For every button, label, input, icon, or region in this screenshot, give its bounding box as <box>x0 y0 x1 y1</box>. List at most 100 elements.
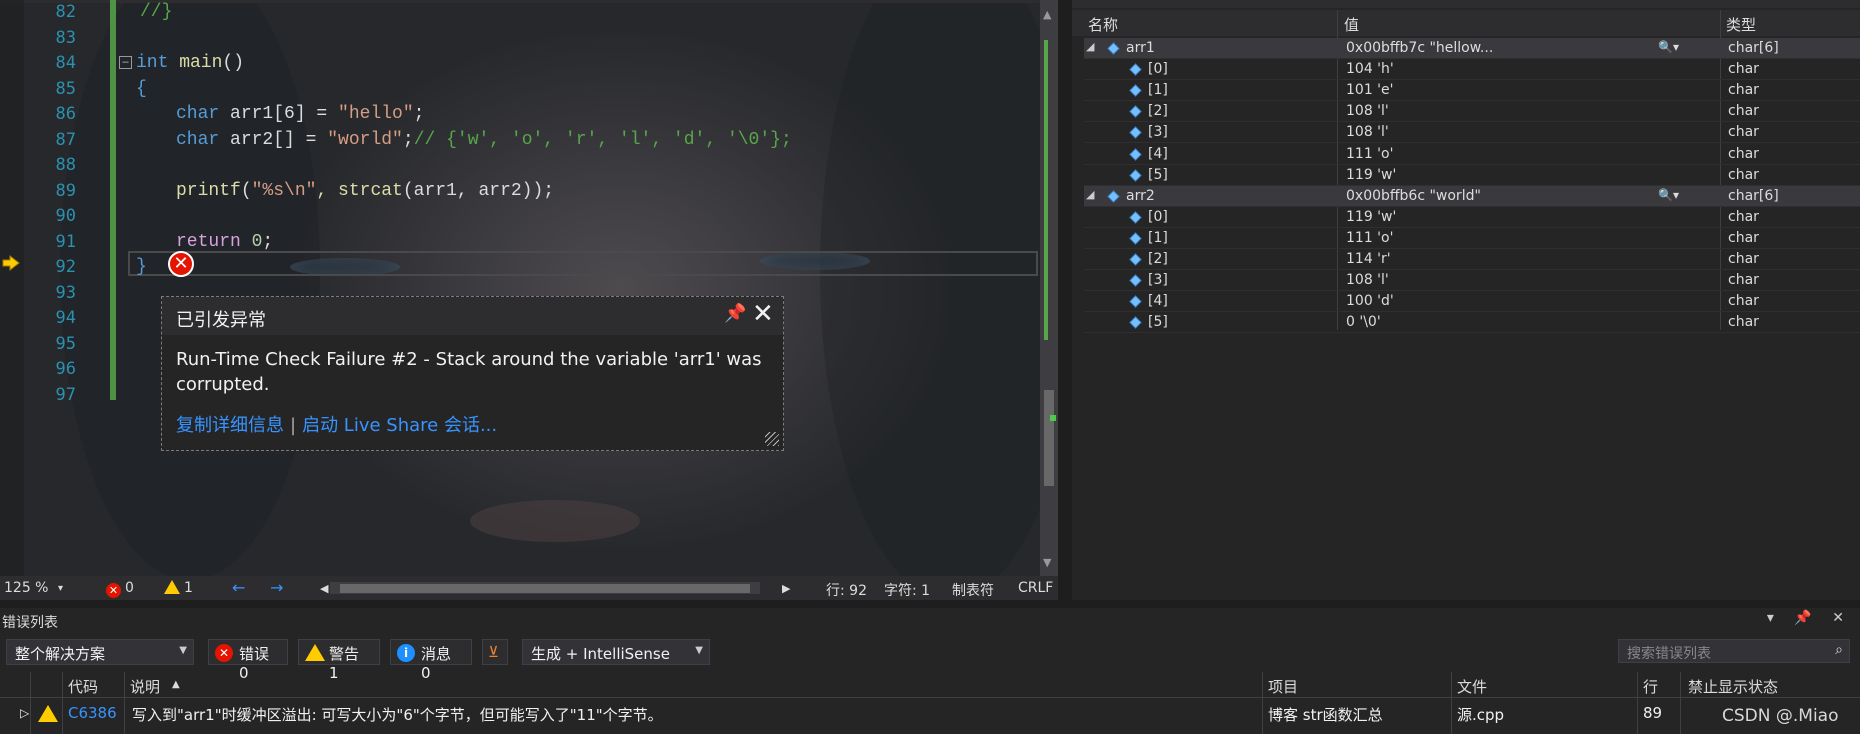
code-line-86[interactable]: char arr1[6] = "hello"; <box>176 104 424 124</box>
variable-icon <box>1129 232 1142 245</box>
editor-horizontal-scrollbar[interactable] <box>330 582 760 594</box>
collapse-arrow-icon[interactable]: ◢ <box>1086 40 1094 53</box>
error-search-input[interactable]: 搜索错误列表 ⌕ <box>1618 639 1850 663</box>
number-literal: 0 <box>240 232 263 252</box>
visualizer-icon[interactable]: 🔍▾ <box>1658 40 1679 54</box>
cursor-line[interactable]: 行: 92 <box>826 580 867 600</box>
column-value-header[interactable]: 值 <box>1344 14 1359 35</box>
watch-row-variable[interactable]: ◢ arr2 0x00bffb6c "world" 🔍▾ char[6] <box>1084 185 1860 207</box>
watch-row-element[interactable]: [2] 114 'r' char <box>1084 249 1860 270</box>
code-line-82[interactable]: //} <box>140 2 172 22</box>
watch-row-element[interactable]: [3] 108 'l' char <box>1084 270 1860 292</box>
warning-code-link[interactable]: C6386 <box>68 704 117 722</box>
indent-mode[interactable]: 制表符 <box>952 580 994 600</box>
expand-row-icon[interactable]: ▷ <box>20 706 29 720</box>
watch-row-element[interactable]: [1] 101 'e' char <box>1084 80 1860 102</box>
watch-row-element[interactable]: [0] 119 'w' char <box>1084 207 1860 228</box>
code-line-85[interactable]: { <box>136 79 147 99</box>
code-editor[interactable]: 82 83 84 85 86 87 88 89 90 91 92 93 94 9… <box>0 0 1058 576</box>
glyph-margin[interactable] <box>0 0 24 576</box>
watch-value[interactable]: 104 'h' <box>1346 61 1394 77</box>
column-name-header[interactable]: 名称 <box>1088 14 1118 35</box>
watch-row-variable[interactable]: ◢ arr1 0x00bffb7c "hellow... 🔍▾ char[6] <box>1084 38 1860 59</box>
watch-row-element[interactable]: [0] 104 'h' char <box>1084 59 1860 81</box>
watch-value[interactable]: 0x00bffb6c "world" <box>1346 188 1481 204</box>
close-icon[interactable]: ✕ <box>752 299 774 329</box>
watch-value[interactable]: 0x00bffb7c "hellow... <box>1346 40 1493 56</box>
line-ending[interactable]: CRLF <box>1018 580 1053 596</box>
watch-row-element[interactable]: [4] 111 'o' char <box>1084 144 1860 165</box>
line-column-header[interactable]: 行 <box>1643 676 1658 697</box>
scroll-up-icon[interactable]: ▲ <box>1043 8 1051 21</box>
exception-helper-popup[interactable]: 已引发异常 📌 ✕ Run-Time Check Failure #2 - St… <box>161 296 784 451</box>
navigate-forward-icon[interactable]: → <box>270 578 283 597</box>
scope-dropdown[interactable]: 整个解决方案 ▼ <box>6 639 194 665</box>
watch-row-element[interactable]: [2] 108 'l' char <box>1084 101 1860 123</box>
zoom-dropdown-icon[interactable]: ▾ <box>58 583 63 594</box>
project-column-header[interactable]: 项目 <box>1268 676 1298 697</box>
scroll-left-icon[interactable]: ◀ <box>320 582 328 595</box>
editor-vertical-scrollbar[interactable]: ▲ ▼ <box>1040 0 1058 576</box>
error-count[interactable]: ✕ 0 <box>106 580 134 598</box>
watch-name: [1] <box>1148 82 1168 99</box>
resize-grip-icon[interactable] <box>765 432 779 446</box>
search-icon[interactable]: ⌕ <box>1835 642 1843 658</box>
scroll-thumb[interactable] <box>1044 390 1054 486</box>
hscroll-thumb[interactable] <box>340 584 750 593</box>
warnings-filter-button[interactable]: 警告 1 <box>298 639 380 682</box>
copy-details-link[interactable]: 复制详细信息 <box>176 415 284 436</box>
watch-type: char <box>1728 272 1759 289</box>
watch-name: [2] <box>1148 251 1168 267</box>
watch-value[interactable]: 114 'r' <box>1346 251 1391 267</box>
watch-value[interactable]: 108 'l' <box>1346 124 1389 140</box>
navigate-back-icon[interactable]: ← <box>232 578 245 597</box>
filter-icon[interactable]: ⊻ <box>482 639 508 665</box>
panel-window-controls[interactable]: ▾ 📌 ✕ <box>1767 610 1852 626</box>
cursor-char[interactable]: 字符: 1 <box>884 580 930 600</box>
watch-value[interactable]: 108 'l' <box>1346 103 1389 119</box>
live-share-link[interactable]: 启动 Live Share 会话... <box>302 415 497 436</box>
scroll-down-icon[interactable]: ▼ <box>1043 556 1051 569</box>
watch-value[interactable]: 119 'w' <box>1346 209 1396 225</box>
code-line-87[interactable]: char arr2[] = "world";// {'w', 'o', 'r',… <box>176 130 792 150</box>
warning-count[interactable]: 1 <box>164 580 193 596</box>
file-column-header[interactable]: 文件 <box>1457 676 1487 697</box>
watch-value[interactable]: 111 'o' <box>1346 146 1393 162</box>
watch-value[interactable]: 119 'w' <box>1346 167 1396 183</box>
watch-row-element[interactable]: [3] 108 'l' char <box>1084 122 1860 144</box>
variable-icon <box>1129 211 1142 224</box>
code-line-92[interactable]: } <box>136 257 147 277</box>
code-column-header[interactable]: 代码 <box>68 676 98 697</box>
exception-icon[interactable]: ✕ <box>168 251 194 277</box>
code-line-84[interactable]: int main() <box>136 53 244 73</box>
build-filter-dropdown[interactable]: 生成 + IntelliSense ▼ <box>522 639 710 665</box>
watch-value[interactable]: 108 'l' <box>1346 272 1389 288</box>
watch-row-element[interactable]: [5] 0 '\0' char <box>1084 312 1860 334</box>
watch-row-element[interactable]: [5] 119 'w' char <box>1084 165 1860 186</box>
messages-filter-button[interactable]: i 消息 0 <box>390 639 472 682</box>
execution-pointer-icon <box>2 254 20 272</box>
collapse-arrow-icon[interactable]: ◢ <box>1086 188 1094 201</box>
watch-value[interactable]: 111 'o' <box>1346 230 1393 246</box>
zoom-level[interactable]: 125 % <box>4 580 48 596</box>
visualizer-icon[interactable]: 🔍▾ <box>1658 188 1679 202</box>
error-list-row[interactable]: ▷ C6386 写入到"arr1"时缓冲区溢出: 可写大小为"6"个字节，但可能… <box>0 700 1860 726</box>
watch-row-element[interactable]: [4] 100 'd' char <box>1084 291 1860 313</box>
pin-icon[interactable]: 📌 <box>724 303 746 324</box>
column-type-header[interactable]: 类型 <box>1726 14 1756 35</box>
code-line-91[interactable]: return 0; <box>176 232 273 252</box>
line-number: 97 <box>55 385 76 405</box>
watch-value[interactable]: 100 'd' <box>1346 293 1394 309</box>
collapse-toggle[interactable]: − <box>119 56 132 69</box>
watch-row-element[interactable]: [1] 111 'o' char <box>1084 228 1860 249</box>
desc-column-header[interactable]: 说明 <box>130 676 160 697</box>
watch-name: arr2 <box>1126 187 1155 204</box>
errors-filter-button[interactable]: ✕ 错误 0 <box>208 639 288 682</box>
code-line-89[interactable]: printf("%s\n", strcat(arr1, arr2)); <box>176 181 554 201</box>
suppress-column-header[interactable]: 禁止显示状态 <box>1688 676 1778 697</box>
scope-value: 整个解决方案 <box>15 645 106 663</box>
line-number: 88 <box>55 155 76 175</box>
watch-value[interactable]: 101 'e' <box>1346 82 1393 98</box>
scroll-right-icon[interactable]: ▶ <box>782 582 790 595</box>
watch-value[interactable]: 0 '\0' <box>1346 314 1381 330</box>
